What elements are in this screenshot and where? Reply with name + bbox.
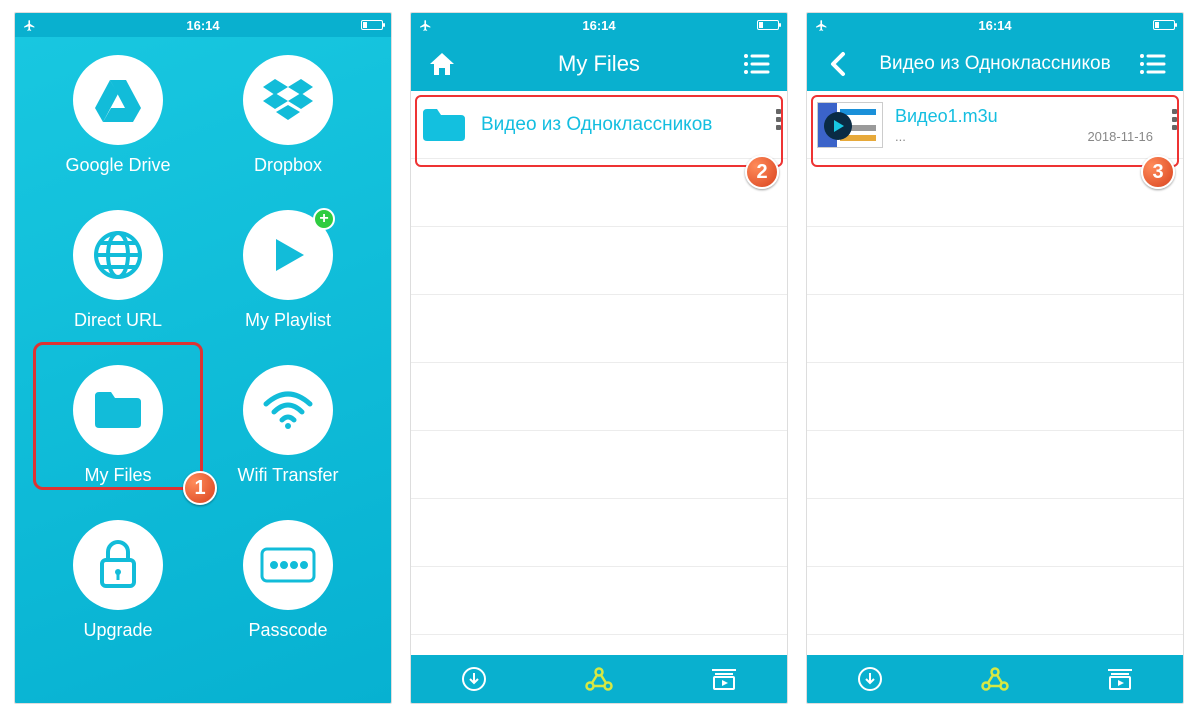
cell-my-playlist[interactable]: + My Playlist bbox=[203, 210, 373, 331]
status-bar: 16:14 bbox=[15, 13, 391, 37]
step-badge-1: 1 bbox=[183, 471, 217, 505]
label-my-files: My Files bbox=[85, 465, 152, 486]
folder-row[interactable]: Видео из Одноклассников bbox=[411, 91, 787, 159]
cell-wifi-transfer[interactable]: Wifi Transfer bbox=[203, 365, 373, 486]
airplane-icon bbox=[815, 19, 828, 32]
status-time: 16:14 bbox=[978, 18, 1011, 33]
lock-icon bbox=[73, 520, 163, 610]
empty-row bbox=[807, 431, 1183, 499]
label-direct-url: Direct URL bbox=[74, 310, 162, 331]
share-button[interactable] bbox=[579, 666, 619, 692]
cell-upgrade[interactable]: Upgrade bbox=[33, 520, 203, 641]
playlist-button[interactable] bbox=[704, 667, 744, 691]
empty-row bbox=[807, 227, 1183, 295]
header: My Files bbox=[411, 37, 787, 91]
airplane-icon bbox=[23, 19, 36, 32]
battery-icon bbox=[1153, 20, 1175, 30]
empty-row bbox=[807, 567, 1183, 635]
header-title: My Files bbox=[459, 51, 739, 77]
cell-direct-url[interactable]: Direct URL bbox=[33, 210, 203, 331]
header: Видео из Одноклассников bbox=[807, 37, 1183, 91]
share-button[interactable] bbox=[975, 666, 1015, 692]
status-bar: 16:14 bbox=[807, 13, 1183, 37]
status-time: 16:14 bbox=[186, 18, 219, 33]
play-icon: + bbox=[243, 210, 333, 300]
battery-icon bbox=[757, 20, 779, 30]
home-button[interactable] bbox=[425, 51, 459, 77]
back-button[interactable] bbox=[821, 50, 855, 78]
label-wifi-transfer: Wifi Transfer bbox=[237, 465, 338, 486]
empty-row bbox=[807, 363, 1183, 431]
download-button[interactable] bbox=[454, 666, 494, 692]
passcode-icon bbox=[243, 520, 333, 610]
label-my-playlist: My Playlist bbox=[245, 310, 331, 331]
folder-icon bbox=[421, 107, 467, 143]
empty-row bbox=[411, 227, 787, 295]
file-date: 2018-11-16 bbox=[1087, 129, 1153, 144]
bottom-bar bbox=[411, 655, 787, 703]
more-icon[interactable] bbox=[1172, 109, 1177, 130]
home-grid: Google Drive Dropbox Direct URL + bbox=[15, 37, 391, 703]
play-overlay-icon bbox=[824, 112, 852, 140]
label-dropbox: Dropbox bbox=[254, 155, 322, 176]
empty-row bbox=[411, 431, 787, 499]
file-row[interactable]: Видео1.m3u ... 2018-11-16 bbox=[807, 91, 1183, 159]
folder-icon bbox=[73, 365, 163, 455]
playlist-button[interactable] bbox=[1100, 667, 1140, 691]
globe-icon bbox=[73, 210, 163, 300]
status-time: 16:14 bbox=[582, 18, 615, 33]
bottom-bar bbox=[807, 655, 1183, 703]
label-passcode: Passcode bbox=[248, 620, 327, 641]
empty-row bbox=[411, 295, 787, 363]
google-drive-icon bbox=[73, 55, 163, 145]
cell-passcode[interactable]: Passcode bbox=[203, 520, 373, 641]
video-thumbnail bbox=[817, 102, 883, 148]
download-button[interactable] bbox=[850, 666, 890, 692]
label-upgrade: Upgrade bbox=[83, 620, 152, 641]
folder-label: Видео из Одноклассников bbox=[481, 114, 712, 136]
menu-button[interactable] bbox=[739, 53, 773, 75]
label-google-drive: Google Drive bbox=[65, 155, 170, 176]
empty-row bbox=[807, 499, 1183, 567]
screen-my-files: 16:14 My Files Видео из Одноклассников 2 bbox=[410, 12, 788, 704]
screen-home: 16:14 Google Drive Dropbox bbox=[14, 12, 392, 704]
empty-row bbox=[411, 159, 787, 227]
status-bar: 16:14 bbox=[411, 13, 787, 37]
empty-row bbox=[411, 363, 787, 431]
empty-row bbox=[411, 499, 787, 567]
empty-row bbox=[807, 295, 1183, 363]
empty-row bbox=[807, 159, 1183, 227]
battery-icon bbox=[361, 20, 383, 30]
file-sub: ... bbox=[895, 129, 906, 144]
menu-button[interactable] bbox=[1135, 53, 1169, 75]
step-badge-2: 2 bbox=[745, 155, 779, 189]
empty-row bbox=[411, 567, 787, 635]
dropbox-icon bbox=[243, 55, 333, 145]
wifi-icon bbox=[243, 365, 333, 455]
step-badge-3: 3 bbox=[1141, 155, 1175, 189]
cell-my-files[interactable]: My Files bbox=[33, 365, 203, 486]
file-list: Видео1.m3u ... 2018-11-16 3 bbox=[807, 91, 1183, 655]
plus-badge: + bbox=[313, 208, 335, 230]
airplane-icon bbox=[419, 19, 432, 32]
cell-dropbox[interactable]: Dropbox bbox=[203, 55, 373, 176]
more-icon[interactable] bbox=[776, 109, 781, 130]
file-list: Видео из Одноклассников 2 bbox=[411, 91, 787, 655]
screen-folder: 16:14 Видео из Одноклассников Видео1.m3u… bbox=[806, 12, 1184, 704]
header-title: Видео из Одноклассников bbox=[855, 53, 1135, 75]
cell-google-drive[interactable]: Google Drive bbox=[33, 55, 203, 176]
file-name: Видео1.m3u bbox=[895, 106, 1173, 127]
